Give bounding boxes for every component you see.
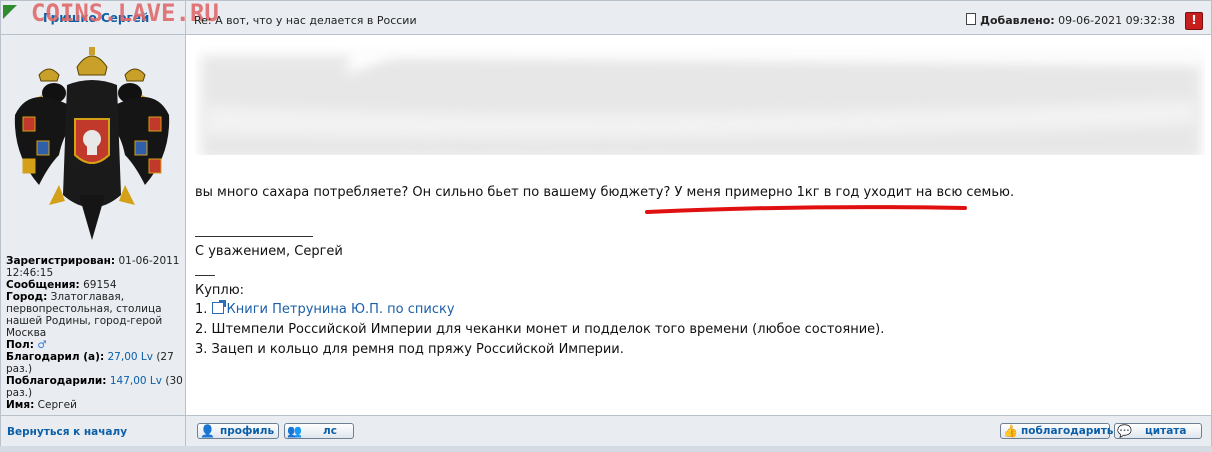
back-to-top-link[interactable]: Вернуться к началу (7, 426, 127, 438)
added-label: Добавлено: (980, 14, 1055, 27)
signature-regards: С уважением, Сергей (195, 244, 343, 259)
thumbs-up-icon: 👍 (1003, 424, 1018, 438)
forum-post: Гришко Сергей COINS.LAVE.RU Re: А вот, ч… (0, 0, 1212, 446)
buy-item-1: 1. Книги Петрунина Ю.П. по списку (195, 300, 455, 317)
report-button[interactable]: ! (1185, 12, 1203, 30)
signature-separator (195, 236, 313, 237)
post-line-question: вы много сахара потребляете? Он сильно б… (195, 185, 1015, 200)
male-icon: ♂ (37, 339, 47, 351)
post-date: Добавлено: 09-06-2021 09:32:38 (966, 13, 1175, 27)
author-info: Зарегистрирован: 01-06-2011 12:46:15 Соо… (6, 255, 184, 411)
red-underline (645, 205, 967, 214)
thanked-row: Благодарил (а): 27,00 Lv (27 раз.) (6, 351, 174, 375)
post-body: вы много сахара потребляете? Он сильно б… (195, 35, 1205, 415)
double-headed-eagle-avatar (14, 47, 170, 240)
author-cell: Гришко Сергей COINS.LAVE.RU (1, 0, 219, 34)
registered-row: Зарегистрирован: 01-06-2011 12:46:15 (6, 255, 180, 279)
added-value: 09-06-2021 09:32:38 (1058, 14, 1175, 27)
redacted-quote-area (195, 45, 1205, 165)
quote-button[interactable]: 💬 цитата (1114, 423, 1202, 439)
books-link[interactable]: Книги Петрунина Ю.П. по списку (227, 302, 455, 317)
document-icon (966, 13, 977, 25)
author-sidebar: Зарегистрирован: 01-06-2011 12:46:15 Соо… (1, 35, 186, 415)
user-icon: 👤 (200, 424, 215, 438)
buy-label: Куплю: (195, 283, 245, 298)
profile-button[interactable]: 👤 профиль (197, 423, 279, 439)
post-footer: Вернуться к началу 👤 профиль 👥 лс 👍 побл… (1, 415, 1211, 446)
post-subject: Re: А вот, что у нас делается в России (194, 14, 417, 27)
signature-separator-short (195, 275, 215, 276)
new-post-corner-icon (3, 5, 17, 19)
quote-icon: 💬 (1117, 424, 1132, 438)
highlighted-answer: У меня примерно 1кг в год уходит на всю … (674, 185, 1015, 200)
footer-left-cell: Вернуться к началу (1, 416, 186, 446)
thanked-link[interactable]: 27,00 Lv (108, 351, 153, 363)
users-icon: 👥 (287, 424, 302, 438)
external-link-icon (211, 300, 226, 314)
was-thanked-row: Поблагодарили: 147,00 Lv (30 раз.) (6, 375, 183, 399)
buy-item-3: 3. Зацеп и кольцо для ремня под пряжу Ро… (195, 342, 624, 357)
watermark: COINS.LAVE.RU (31, 0, 219, 27)
thank-button[interactable]: 👍 поблагодарить (1000, 423, 1113, 439)
private-message-button[interactable]: 👥 лс (284, 423, 354, 439)
name-row: Имя: Сергей (6, 399, 77, 411)
city-row: Город: Златоглавая, первопрестольная, ст… (6, 291, 163, 339)
was-thanked-link[interactable]: 147,00 Lv (110, 375, 162, 387)
post-header: Гришко Сергей COINS.LAVE.RU Re: А вот, ч… (1, 0, 1211, 35)
messages-row: Сообщения: 69154 (6, 279, 117, 291)
bottom-border (0, 446, 1212, 452)
buy-item-2: 2. Штемпели Российской Империи для чекан… (195, 322, 885, 337)
gender-row: Пол: ♂ (6, 339, 47, 351)
